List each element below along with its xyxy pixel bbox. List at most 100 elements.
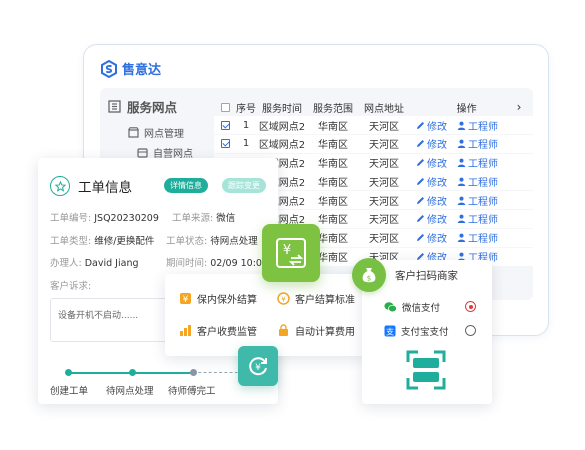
- pay-label: 微信支付: [402, 303, 441, 314]
- field-number: 工单编号: JSQ20230209: [50, 210, 159, 224]
- field-key: 工单状态:: [166, 236, 208, 247]
- cell-addr: 天河区: [369, 215, 399, 227]
- cell-range: 华南区: [318, 177, 348, 189]
- pencil-icon: [417, 234, 424, 242]
- user-icon: [457, 196, 466, 205]
- pay-label: 支付宝支付: [401, 327, 449, 338]
- user-icon: [457, 233, 466, 243]
- edit-label: 修改: [427, 234, 447, 246]
- feature-monitor[interactable]: 客户收费监管: [179, 323, 257, 338]
- pay-option-wechat[interactable]: 微信支付: [384, 300, 440, 314]
- field-key: 期间时间:: [166, 258, 208, 269]
- bar-chart-icon: [180, 325, 191, 336]
- field-value: David Jiang: [84, 258, 139, 269]
- field-value: JSQ20230209: [94, 213, 159, 224]
- star-icon: [50, 176, 70, 196]
- money-bag-glyph: $: [362, 268, 376, 283]
- table-row: 1 区域网点2 华南区 天河区 修改 工程师: [214, 116, 534, 134]
- engineer-link[interactable]: 工程师: [457, 174, 498, 189]
- field-key: 工单编号:: [50, 213, 92, 224]
- pencil-icon: [417, 121, 424, 129]
- brand-logo-icon: [101, 59, 117, 78]
- feature-label: 客户收费监管: [197, 327, 257, 338]
- user-icon: [457, 139, 466, 149]
- select-all-checkbox[interactable]: [220, 102, 230, 112]
- edit-link[interactable]: 修改: [416, 155, 447, 170]
- store-icon: [128, 127, 139, 138]
- engineer-link[interactable]: 工程师: [457, 193, 498, 208]
- feature-auto-calc[interactable]: 自动计算费用: [277, 323, 355, 338]
- edit-label: 修改: [427, 215, 447, 227]
- field-key: 工单来源:: [172, 213, 214, 224]
- row-checkbox[interactable]: [220, 120, 230, 130]
- svg-text:支: 支: [386, 327, 394, 337]
- pencil-icon: [417, 140, 424, 148]
- edit-label: 修改: [427, 196, 447, 208]
- alipay-icon: 支: [384, 325, 396, 337]
- cell-range: 华南区: [318, 196, 348, 208]
- pay-option-alipay[interactable]: 支 支付宝支付: [384, 324, 449, 338]
- engineer-link[interactable]: 工程师: [457, 118, 498, 133]
- alipay-radio[interactable]: [465, 325, 476, 336]
- engineer-label: 工程师: [468, 215, 498, 227]
- field-value: 02/09 10:00: [210, 258, 269, 269]
- yen-cycle-icon: ¥: [249, 357, 267, 376]
- user-icon: [457, 215, 466, 224]
- edit-label: 修改: [427, 140, 447, 152]
- cell-addr: 天河区: [369, 234, 399, 246]
- cell-addr: 天河区: [369, 159, 399, 171]
- edit-label: 修改: [427, 177, 447, 189]
- sidebar-item-label: 网点管理: [144, 129, 184, 140]
- card-title: 工单信息: [78, 180, 132, 196]
- field-value: 维修/更换配件: [94, 236, 155, 247]
- money-bag-icon: $: [352, 258, 386, 292]
- edit-link[interactable]: 修改: [416, 193, 447, 208]
- field-key: 客户诉求:: [50, 281, 92, 292]
- engineer-link[interactable]: 工程师: [457, 211, 498, 226]
- row-checkbox[interactable]: [220, 139, 230, 149]
- panel-title: 服务网点: [108, 97, 177, 116]
- col-addr: 网点地址: [364, 103, 404, 115]
- svg-text:¥: ¥: [183, 295, 189, 305]
- pencil-icon: [417, 196, 424, 204]
- svg-text:¥: ¥: [255, 363, 261, 373]
- step-network: 待网点处理: [106, 386, 154, 397]
- engineer-link[interactable]: 工程师: [457, 136, 498, 151]
- scan-qr-icon[interactable]: [406, 350, 446, 390]
- field-request: 客户诉求:: [50, 278, 91, 292]
- engineer-link[interactable]: 工程师: [457, 230, 498, 245]
- field-key: 办理人:: [50, 258, 82, 269]
- payment-title: 客户扫码商家: [395, 270, 458, 282]
- edit-link[interactable]: 修改: [416, 211, 447, 226]
- edit-link[interactable]: 修改: [416, 174, 447, 189]
- field-type: 工单类型: 维修/更换配件: [50, 233, 154, 247]
- yen-exchange-icon: ¥: [276, 238, 306, 268]
- col-action: 操作: [456, 103, 477, 115]
- engineer-link[interactable]: 工程师: [457, 155, 498, 170]
- field-key: 工单类型:: [50, 236, 92, 247]
- user-icon: [457, 158, 466, 168]
- engineer-label: 工程师: [468, 196, 498, 208]
- wechat-radio[interactable]: [465, 301, 476, 312]
- edit-link[interactable]: 修改: [416, 118, 447, 133]
- progress-line-pending: [193, 372, 243, 373]
- svg-text:¥: ¥: [281, 296, 286, 304]
- edit-label: 修改: [427, 121, 447, 133]
- sidebar-item-network-manage[interactable]: 网点管理: [128, 125, 184, 140]
- step-create: 创建工单: [50, 386, 89, 397]
- user-icon: [457, 121, 466, 130]
- yen-doc-icon: ¥: [180, 293, 191, 305]
- engineer-label: 工程师: [468, 177, 498, 189]
- chevron-right-icon[interactable]: ›: [517, 100, 522, 114]
- change-tag[interactable]: 跟踪变更: [222, 178, 266, 193]
- card-header: 工单信息: [50, 176, 132, 196]
- edit-link[interactable]: 修改: [416, 230, 447, 245]
- step-dot: [65, 369, 72, 376]
- col-range: 服务范围: [313, 103, 353, 115]
- edit-label: 修改: [427, 159, 447, 171]
- refund-button[interactable]: ¥: [238, 346, 278, 386]
- feature-standard[interactable]: ¥ 客户结算标准: [277, 291, 355, 306]
- detail-tag[interactable]: 详情信息: [164, 178, 208, 193]
- edit-link[interactable]: 修改: [416, 136, 447, 151]
- feature-warranty[interactable]: ¥ 保内保外结算: [179, 291, 257, 306]
